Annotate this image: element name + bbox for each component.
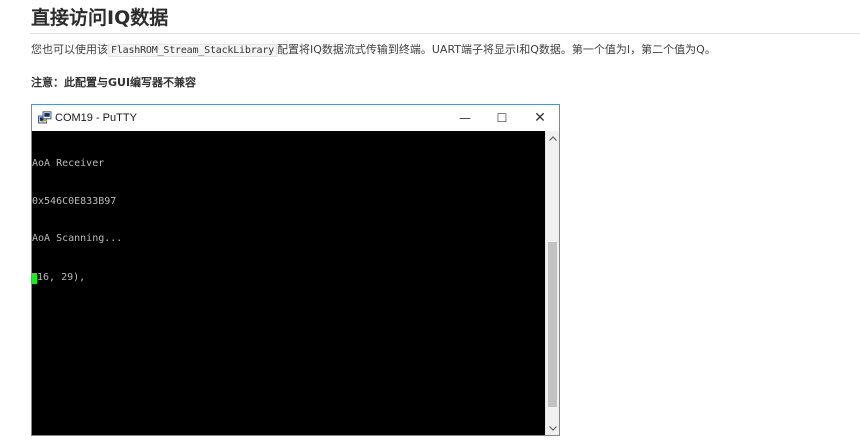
terminal-output: AoA Receiver 0x546C0E833B97 AoA Scanning… <box>32 133 122 271</box>
terminal-line: AoA Receiver <box>32 158 105 169</box>
putty-window[interactable]: COM19 - PuTTY — ☐ ✕ AoA Receiver 0x546C0… <box>31 104 560 436</box>
current-line-text: 16, 29), <box>37 272 86 283</box>
intro-paragraph: 您也可以使用该 FlashROM_Stream_StackLibrary 配置将IQ… <box>31 40 860 61</box>
terminal-line: 0x546C0E833B97 <box>32 195 117 207</box>
compatibility-note: 注意：此配置与GUI编写器不兼容 <box>31 76 197 89</box>
maximize-button[interactable]: ☐ <box>484 105 520 131</box>
minimize-button[interactable]: — <box>447 105 483 131</box>
putty-icon <box>38 111 52 124</box>
scroll-down-button[interactable] <box>546 421 559 435</box>
close-button[interactable]: ✕ <box>522 105 558 131</box>
close-icon: ✕ <box>534 110 546 126</box>
window-title: COM19 - PuTTY <box>55 112 137 124</box>
page-title: 直接访问IQ数据 <box>31 7 169 29</box>
intro-text-before: 您也可以使用该 <box>31 43 108 56</box>
title-divider <box>30 33 860 34</box>
terminal-current-line: (16, 29), <box>32 272 85 285</box>
terminal-line: AoA Scanning... <box>32 233 123 244</box>
scroll-up-button[interactable] <box>546 131 559 145</box>
vertical-scrollbar[interactable] <box>545 131 559 435</box>
window-titlebar[interactable]: COM19 - PuTTY — ☐ ✕ <box>32 105 559 131</box>
chevron-down-icon <box>549 425 557 431</box>
library-code: FlashROM_Stream_StackLibrary <box>108 44 277 57</box>
maximize-icon: ☐ <box>496 111 508 125</box>
scrollbar-thumb[interactable] <box>548 241 557 408</box>
chevron-up-icon <box>549 135 557 141</box>
terminal-screen[interactable]: AoA Receiver 0x546C0E833B97 AoA Scanning… <box>32 131 545 435</box>
intro-text-after: 配置将IQ数据流式传输到终端。UART端子将显示I和Q数据。第一个值为I，第二个… <box>276 43 716 56</box>
minimize-icon: — <box>459 111 471 125</box>
